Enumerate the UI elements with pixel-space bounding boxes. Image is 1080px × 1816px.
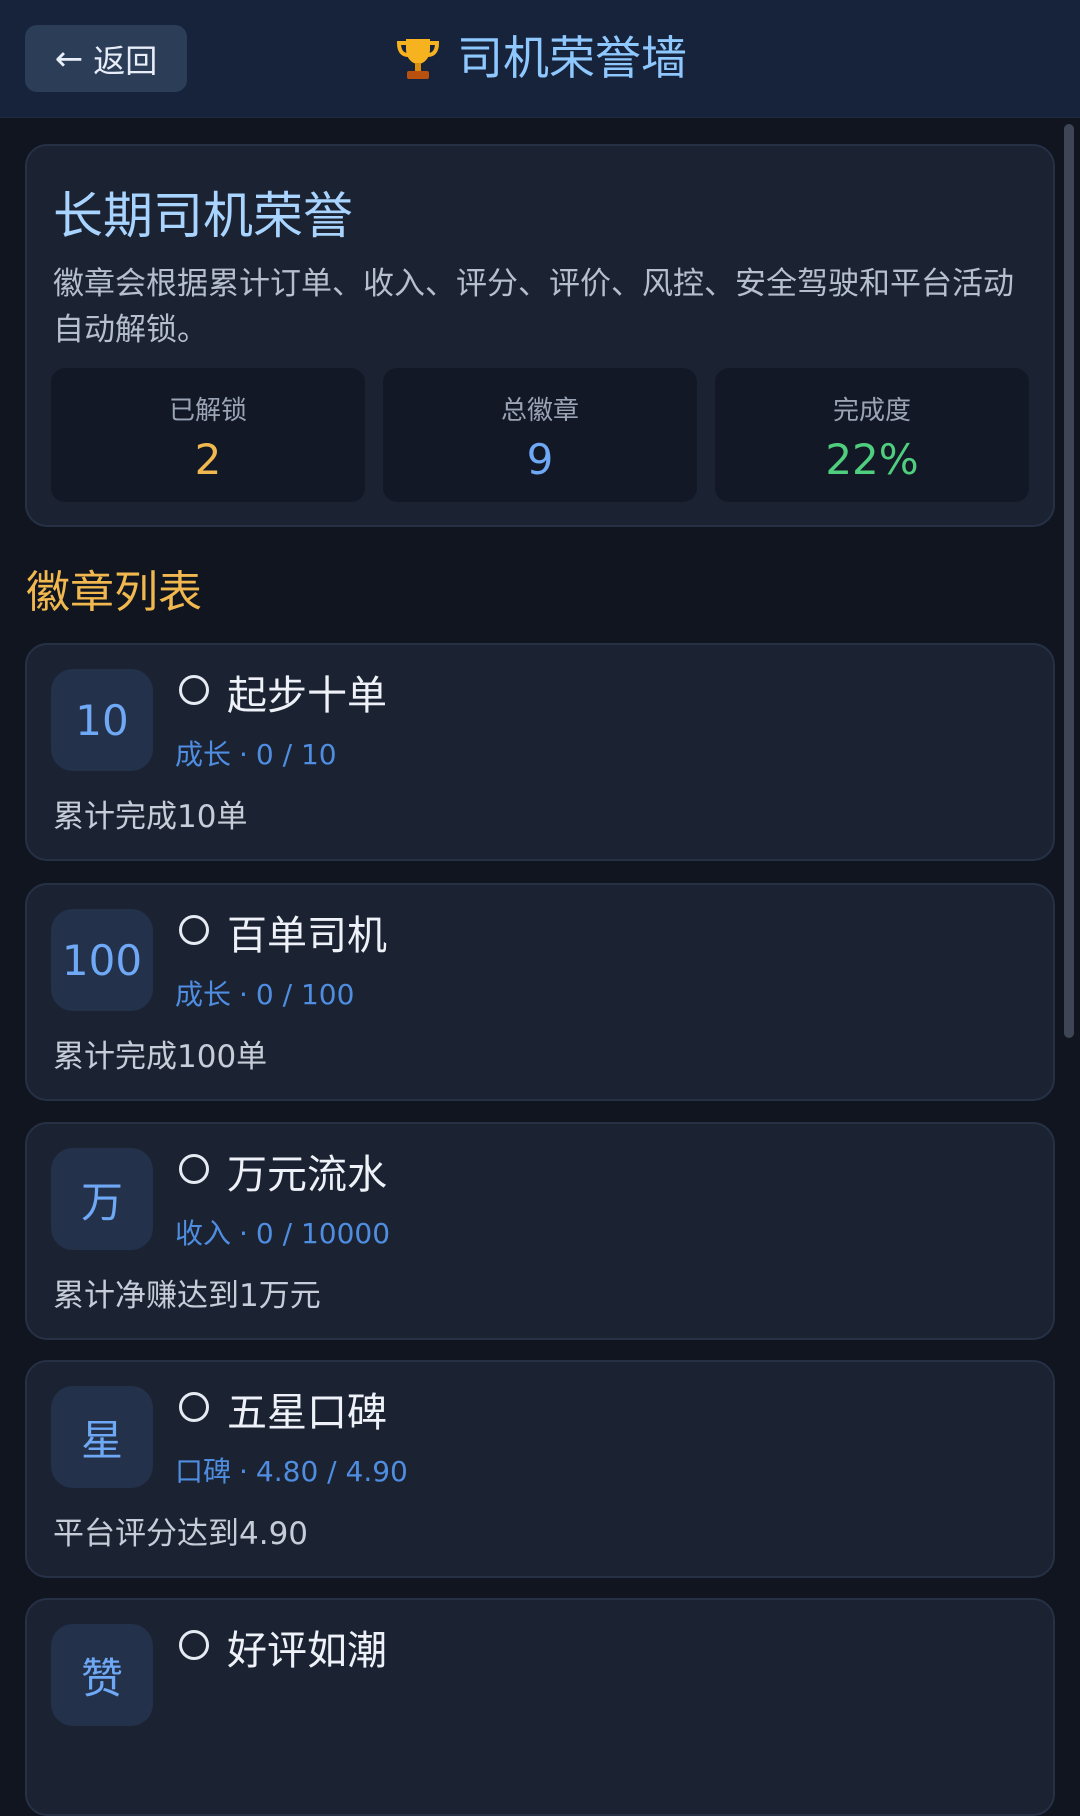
stat-value: 22% — [825, 435, 919, 484]
locked-circle-icon — [179, 1630, 209, 1660]
locked-circle-icon — [179, 1154, 209, 1184]
section-title: 徽章列表 — [26, 567, 202, 618]
badge-category: 成长 — [175, 978, 232, 1011]
badge-meta: 口碑 · 4.80 / 4.90 — [175, 1450, 408, 1490]
badge-meta: 成长 · 0 / 10 — [175, 733, 337, 773]
locked-circle-icon — [179, 675, 209, 705]
badge-progress: 0 / 10000 — [255, 1217, 391, 1250]
badge-name: 万元流水 — [227, 1152, 387, 1198]
meta-separator: · — [239, 1217, 248, 1250]
badge-description: 累计净赚达到1万元 — [53, 1278, 321, 1314]
badge-name: 起步十单 — [227, 673, 387, 719]
badge-meta: 收入 · 0 / 10000 — [175, 1212, 390, 1252]
badge-card[interactable]: 100 百单司机 成长 · 0 / 100 累计完成100单 — [25, 883, 1055, 1101]
badge-icon: 赞 — [51, 1624, 153, 1726]
badge-icon: 10 — [51, 669, 153, 771]
page-title-text: 司机荣誉墙 — [457, 31, 687, 85]
badge-icon: 星 — [51, 1386, 153, 1488]
stat-completion: 完成度 22% — [715, 368, 1029, 502]
stat-label: 已解锁 — [168, 396, 247, 426]
stat-unlocked: 已解锁 2 — [51, 368, 365, 502]
badge-description: 累计完成10单 — [53, 799, 248, 835]
page-title: 司机荣誉墙 — [0, 22, 1080, 94]
badge-description: 累计完成100单 — [53, 1039, 268, 1075]
badge-category: 口碑 — [175, 1455, 232, 1488]
badge-card[interactable]: 万 万元流水 收入 · 0 / 10000 累计净赚达到1万元 — [25, 1122, 1055, 1340]
badge-name: 百单司机 — [227, 913, 387, 959]
badge-icon: 100 — [51, 909, 153, 1011]
summary-card: 长期司机荣誉 徽章会根据累计订单、收入、评分、评价、风控、安全驾驶和平台活动自动… — [25, 144, 1055, 527]
stat-label: 完成度 — [832, 396, 911, 426]
badge-name: 好评如潮 — [227, 1628, 387, 1674]
badge-category: 收入 — [175, 1217, 232, 1250]
badge-meta: 成长 · 0 / 100 — [175, 973, 354, 1013]
locked-circle-icon — [179, 915, 209, 945]
trophy-icon — [396, 39, 440, 79]
badge-progress: 0 / 10 — [255, 738, 337, 771]
badge-card[interactable]: 星 五星口碑 口碑 · 4.80 / 4.90 平台评分达到4.90 — [25, 1360, 1055, 1578]
summary-title: 长期司机荣誉 — [53, 187, 353, 245]
badge-card[interactable]: 10 起步十单 成长 · 0 / 10 累计完成10单 — [25, 643, 1055, 861]
stat-label: 总徽章 — [500, 396, 579, 426]
stat-total: 总徽章 9 — [383, 368, 697, 502]
badge-category: 成长 — [175, 738, 232, 771]
meta-separator: · — [239, 978, 248, 1011]
badge-card[interactable]: 赞 好评如潮 — [25, 1598, 1055, 1816]
stat-value: 9 — [526, 435, 554, 484]
scrollbar[interactable] — [1064, 124, 1074, 1038]
summary-description: 徽章会根据累计订单、收入、评分、评价、风控、安全驾驶和平台活动自动解锁。 — [53, 266, 1014, 348]
badge-description: 平台评分达到4.90 — [53, 1516, 309, 1552]
meta-separator: · — [239, 1455, 248, 1488]
badge-meta — [175, 1688, 191, 1721]
badge-progress: 0 / 100 — [255, 978, 355, 1011]
badge-progress: 4.80 / 4.90 — [255, 1455, 408, 1488]
app-header: ← 返回 司机荣誉墙 — [0, 0, 1080, 118]
badge-icon: 万 — [51, 1148, 153, 1250]
badge-name: 五星口碑 — [227, 1390, 387, 1436]
stat-value: 2 — [194, 435, 222, 484]
locked-circle-icon — [179, 1392, 209, 1422]
meta-separator: · — [239, 738, 248, 771]
